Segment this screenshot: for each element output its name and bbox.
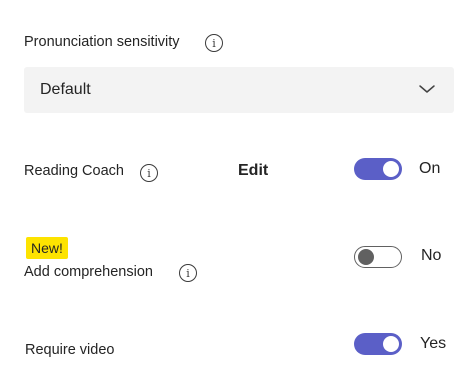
reading-coach-label: Reading Coach	[24, 163, 124, 179]
add-comprehension-toggle[interactable]	[354, 246, 402, 268]
add-comprehension-label: Add comprehension	[24, 264, 153, 280]
toggle-knob	[358, 249, 374, 265]
info-icon[interactable]: i	[179, 264, 197, 282]
chevron-down-icon	[419, 85, 435, 93]
add-comprehension-state: No	[421, 247, 442, 264]
reading-coach-toggle[interactable]	[354, 158, 402, 180]
require-video-label: Require video	[25, 342, 115, 358]
pronunciation-sensitivity-label: Pronunciation sensitivity	[24, 34, 180, 50]
pronunciation-sensitivity-dropdown[interactable]: Default	[24, 67, 454, 113]
new-badge: New!	[26, 237, 68, 259]
toggle-knob	[383, 161, 399, 177]
info-icon[interactable]: i	[205, 34, 223, 52]
require-video-toggle[interactable]	[354, 333, 402, 355]
toggle-knob	[383, 336, 399, 352]
dropdown-selected-value: Default	[40, 81, 91, 98]
reading-coach-edit-link[interactable]: Edit	[238, 162, 268, 180]
reading-coach-state: On	[419, 160, 441, 177]
require-video-state: Yes	[420, 335, 447, 352]
info-icon[interactable]: i	[140, 164, 158, 182]
